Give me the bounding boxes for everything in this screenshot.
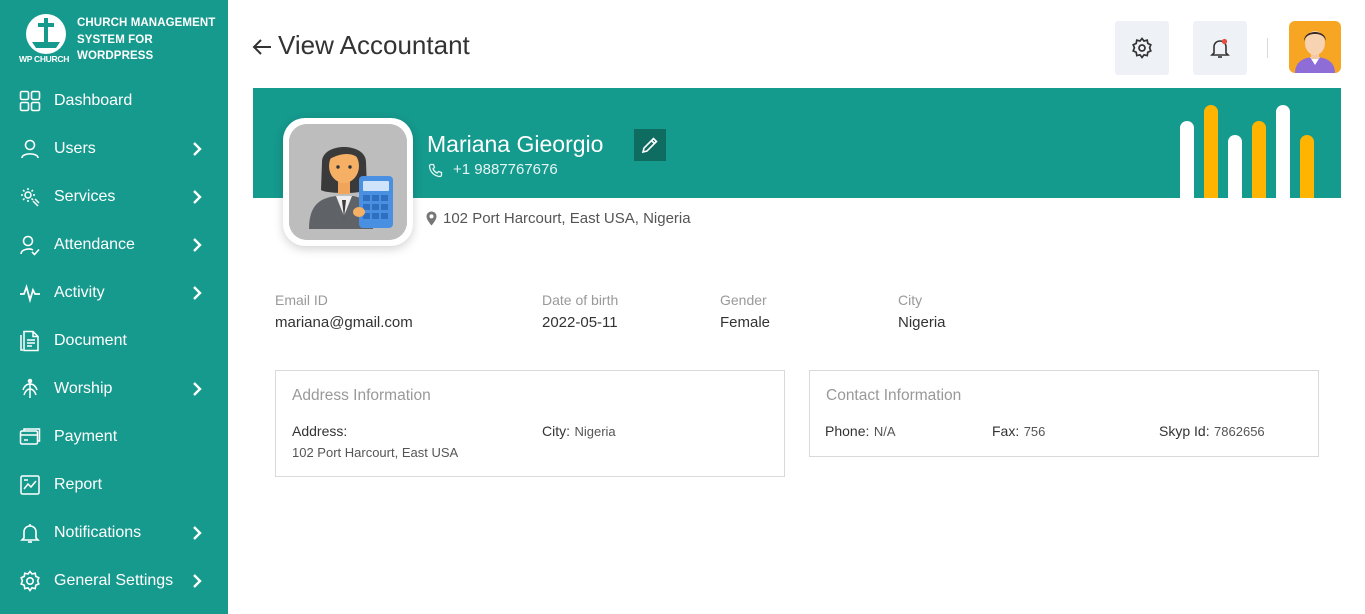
sidebar-item-notifications[interactable]: Notifications [0, 509, 228, 557]
sidebar-item-label: Users [54, 140, 96, 157]
document-icon [20, 330, 39, 352]
contact-phone-field: Phone: N/A [825, 423, 896, 441]
address-city-field: City: Nigeria [542, 423, 616, 441]
profile-photo [283, 118, 413, 246]
worship-icon [22, 378, 38, 398]
address-value: 102 Port Harcourt, East USA [292, 445, 459, 460]
brand-title: CHURCH MANAGEMENT SYSTEM FOR WORDPRESS [77, 17, 216, 62]
phone-icon [428, 163, 443, 178]
gear-icon [20, 570, 40, 592]
address-field: Address: [292, 423, 347, 441]
brand[interactable]: WP CHURCH CHURCH MANAGEMENT SYSTEM FOR W… [18, 12, 223, 68]
sidebar-item-label: Report [54, 476, 103, 493]
city-value: Nigeria [898, 314, 946, 331]
sidebar-item-label: Payment [54, 428, 118, 445]
chevron-right-icon [193, 190, 202, 204]
settings-button[interactable] [1115, 21, 1169, 75]
sidebar-item-label: General Settings [54, 572, 174, 589]
contact-fax-value: 756 [1023, 424, 1046, 439]
edit-profile-button[interactable] [634, 129, 666, 161]
sidebar-item-label: Dashboard [54, 92, 133, 109]
chevron-right-icon [193, 238, 202, 252]
contact-skype-value: 7862656 [1214, 424, 1265, 439]
dob-label: Date of birth [542, 292, 619, 308]
header-divider [1267, 38, 1268, 58]
location-pin-icon [426, 211, 437, 226]
profile-phone: +1 9887767676 [453, 161, 558, 178]
sidebar-item-general-settings[interactable]: General Settings [0, 557, 228, 605]
sidebar-item-services[interactable]: Services [0, 173, 228, 221]
profile-banner [253, 88, 1341, 198]
dob-value: 2022-05-11 [542, 314, 618, 331]
chevron-right-icon [193, 142, 202, 156]
sidebar-item-activity[interactable]: Activity [0, 269, 228, 317]
pencil-icon [641, 137, 658, 154]
chevron-right-icon [193, 382, 202, 396]
sidebar-item-dashboard[interactable]: Dashboard [0, 77, 228, 125]
chevron-right-icon [193, 286, 202, 300]
bell-icon [1210, 38, 1230, 58]
sidebar-item-label: Notifications [54, 524, 142, 541]
notifications-button[interactable] [1193, 21, 1247, 75]
payment-icon [19, 428, 41, 445]
sidebar-item-label: Services [54, 188, 116, 205]
sidebar-item-payment[interactable]: Payment [0, 413, 228, 461]
contact-phone-label: Phone: [825, 423, 870, 439]
app-root: WP CHURCH CHURCH MANAGEMENT SYSTEM FOR W… [0, 0, 1365, 614]
card-title: Address Information [292, 387, 431, 404]
sidebar-item-label: Document [54, 332, 127, 349]
sidebar-menu: Dashboard Users Services Attendance Acti… [0, 77, 228, 605]
address-information-card: Address Information Address: 102 Port Ha… [275, 370, 785, 477]
sidebar-item-attendance[interactable]: Attendance [0, 221, 228, 269]
card-title: Contact Information [826, 387, 962, 404]
accountant-avatar-icon [289, 124, 407, 240]
sidebar-item-users[interactable]: Users [0, 125, 228, 173]
email-value: mariana@gmail.com [275, 314, 413, 331]
contact-phone-value: N/A [873, 424, 896, 439]
city-label: City [898, 292, 923, 308]
user-avatar[interactable] [1289, 21, 1341, 73]
profile-name: Mariana Gieorgio [427, 131, 604, 157]
contact-fax-label: Fax: [992, 423, 1020, 439]
chevron-right-icon [193, 574, 202, 588]
report-icon [20, 475, 40, 495]
sidebar-item-worship[interactable]: Worship [0, 365, 228, 413]
back-arrow-icon[interactable] [251, 36, 273, 58]
email-label: Email ID [275, 292, 328, 308]
address-city-label: City: [542, 423, 570, 439]
avatar-icon [1289, 21, 1341, 73]
services-icon [21, 188, 40, 207]
activity-icon [20, 283, 40, 304]
page-title: View Accountant [278, 30, 470, 60]
contact-skype-field: Skyp Id: 7862656 [1159, 423, 1265, 441]
gender-value: Female [720, 314, 771, 331]
address-city-value: Nigeria [574, 424, 616, 439]
bell-icon [20, 524, 40, 543]
address-label: Address: [292, 423, 348, 439]
sidebar-item-label: Activity [54, 284, 105, 301]
contact-fax-field: Fax: 756 [992, 423, 1045, 441]
sidebar-item-label: Worship [54, 380, 113, 397]
contact-skype-label: Skyp Id: [1159, 423, 1210, 439]
sidebar-item-label: Attendance [54, 236, 135, 253]
contact-information-card: Contact Information Phone: N/A Fax: 756 … [809, 370, 1319, 457]
chevron-right-icon [193, 526, 202, 540]
sidebar-item-document[interactable]: Document [0, 317, 228, 365]
decorative-bars [1180, 105, 1314, 198]
gender-label: Gender [720, 292, 767, 308]
dashboard-icon [19, 90, 41, 112]
gear-icon [1132, 37, 1152, 59]
user-icon [21, 139, 39, 159]
sidebar-item-report[interactable]: Report [0, 461, 228, 509]
brand-logo-text: WP CHURCH [19, 54, 70, 64]
attendance-icon [20, 235, 40, 256]
profile-location: 102 Port Harcourt, East USA, Nigeria [443, 210, 691, 227]
sidebar: WP CHURCH CHURCH MANAGEMENT SYSTEM FOR W… [0, 0, 228, 614]
